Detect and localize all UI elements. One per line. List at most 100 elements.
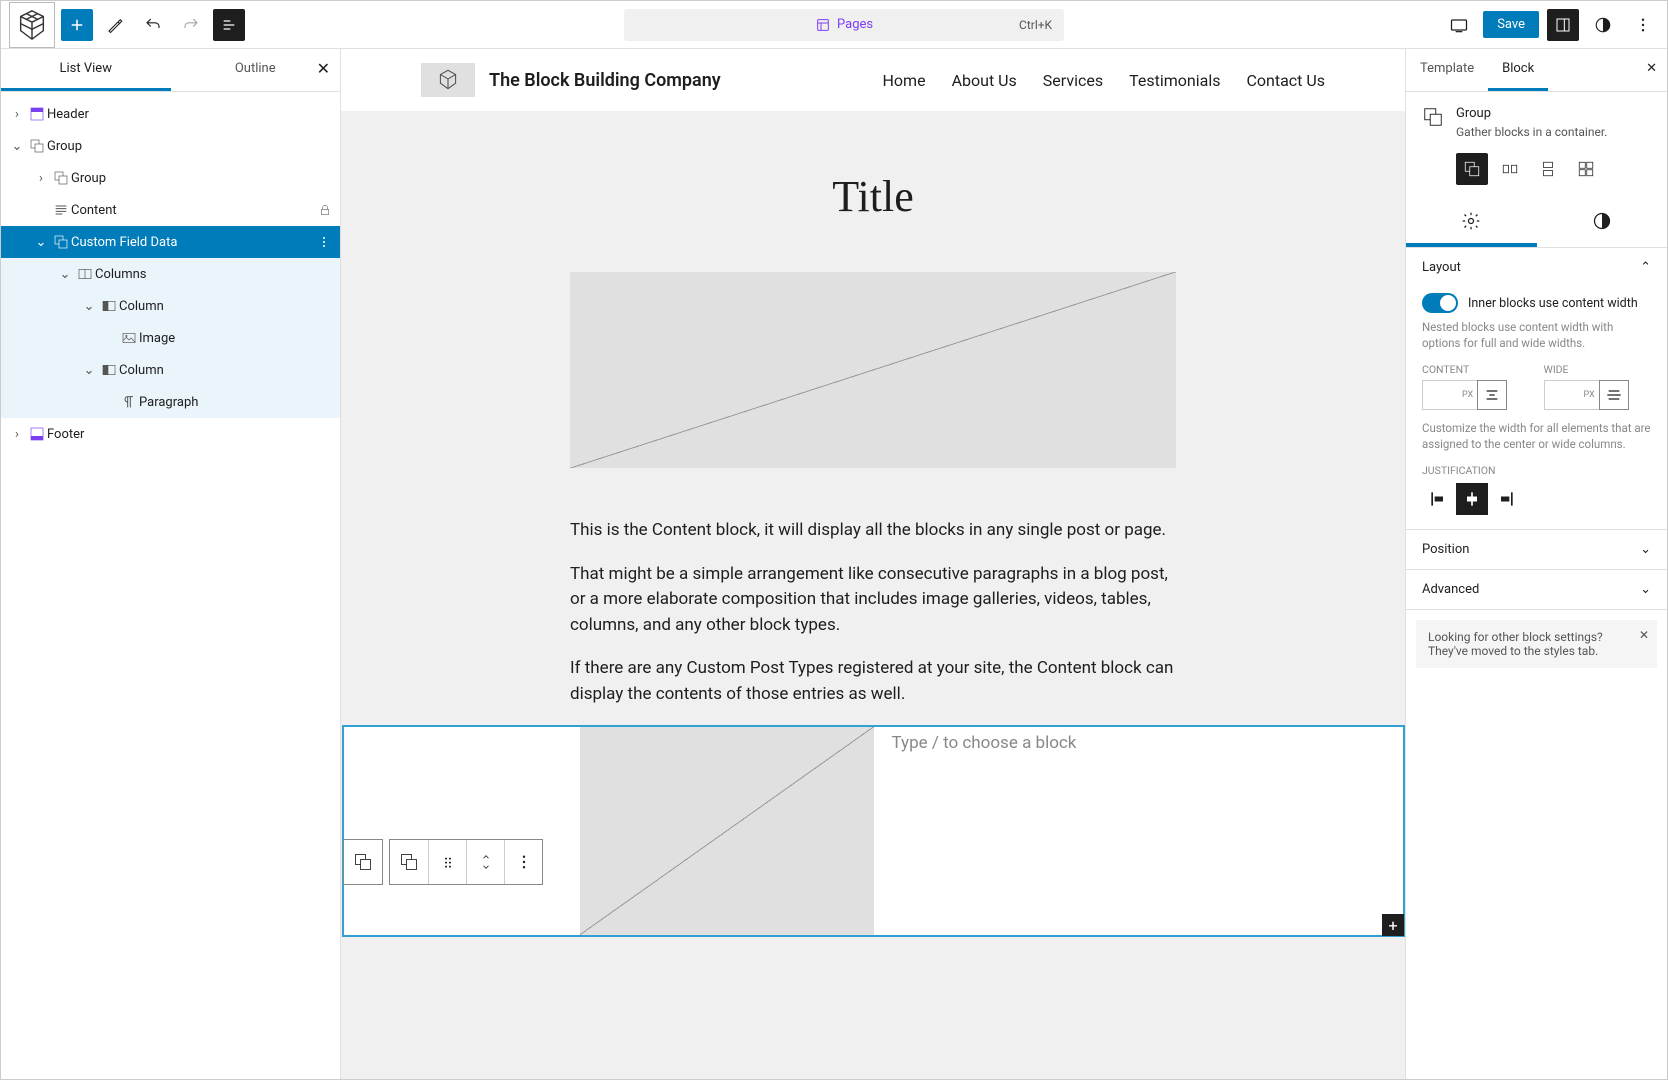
toggle-label: Inner blocks use content width (1468, 296, 1638, 311)
variation-row[interactable] (1494, 153, 1526, 185)
chevron-down-icon: ⌄ (1640, 542, 1651, 557)
block-toolbar (343, 839, 543, 885)
command-center-button[interactable]: Pages Ctrl+K (624, 9, 1064, 41)
panel-position-toggle[interactable]: Position ⌄ (1406, 530, 1667, 569)
image-icon (119, 330, 139, 346)
wide-align-button[interactable] (1599, 380, 1629, 410)
header-icon (27, 106, 47, 122)
variation-group[interactable] (1456, 153, 1488, 185)
site-logo[interactable] (421, 63, 475, 97)
tree-item-paragraph[interactable]: Paragraph (1, 386, 340, 418)
block-options-button[interactable] (504, 840, 542, 884)
settings-sidebar: Template Block ✕ Group Gather blocks in … (1405, 49, 1667, 1079)
help-text: Customize the width for all elements tha… (1422, 420, 1651, 452)
save-button[interactable]: Save (1483, 11, 1539, 38)
panel-layout-toggle[interactable]: Layout ⌃ (1406, 248, 1667, 287)
command-center-shortcut: Ctrl+K (1019, 18, 1052, 32)
block-inserter-button[interactable] (61, 9, 93, 41)
featured-image-placeholder[interactable] (570, 272, 1176, 468)
drag-handle[interactable] (428, 840, 466, 884)
tab-template[interactable]: Template (1406, 49, 1488, 91)
tree-item-group-nested[interactable]: › Group (1, 162, 340, 194)
block-type-button[interactable] (390, 840, 428, 884)
list-view-sidebar: List View Outline ✕ › Header ⌄ Group › G… (1, 49, 341, 1079)
dismiss-tip-button[interactable]: ✕ (1639, 628, 1649, 642)
column-block[interactable]: Type / to choose a block (874, 727, 1404, 935)
block-appender-prompt[interactable]: Type / to choose a block (892, 733, 1077, 753)
tree-item-column[interactable]: ⌄ Column (1, 290, 340, 322)
tree-item-content[interactable]: Content (1, 194, 340, 226)
image-placeholder[interactable] (580, 727, 874, 935)
tree-item-custom-field-data[interactable]: ⌄ Custom Field Data (1, 226, 340, 258)
panel-advanced-toggle[interactable]: Advanced ⌄ (1406, 570, 1667, 609)
settings-sidebar-toggle[interactable] (1547, 9, 1579, 41)
panel-advanced: Advanced ⌄ (1406, 570, 1667, 610)
styles-button[interactable] (1587, 9, 1619, 41)
group-icon (27, 138, 47, 154)
variation-stack[interactable] (1532, 153, 1564, 185)
move-buttons[interactable] (466, 840, 504, 884)
paragraph-icon (119, 394, 139, 410)
paragraph[interactable]: This is the Content block, it will displ… (570, 518, 1176, 544)
nav-item[interactable]: Services (1043, 71, 1103, 90)
paragraph[interactable]: If there are any Custom Post Types regis… (570, 656, 1176, 707)
tree-label: Footer (47, 427, 84, 442)
tree-label: Column (119, 363, 164, 378)
tab-list-view[interactable]: List View (1, 49, 171, 91)
tab-block[interactable]: Block (1488, 49, 1548, 91)
document-overview-button[interactable] (213, 9, 245, 41)
subtab-styles[interactable] (1537, 199, 1668, 247)
nav-item[interactable]: Home (883, 71, 926, 90)
primary-nav: Home About Us Services Testimonials Cont… (883, 71, 1325, 90)
block-tree: › Header ⌄ Group › Group Content ⌄ (1, 92, 340, 456)
page-title[interactable]: Title (341, 171, 1405, 222)
close-settings-button[interactable]: ✕ (1646, 61, 1657, 76)
tree-item-options[interactable] (316, 234, 332, 250)
undo-button[interactable] (137, 9, 169, 41)
content-block[interactable]: This is the Content block, it will displ… (570, 518, 1176, 707)
redo-button[interactable] (175, 9, 207, 41)
justify-right-button[interactable] (1490, 483, 1522, 515)
content-width-input[interactable] (1422, 380, 1478, 410)
wide-width-input[interactable] (1544, 380, 1600, 410)
chevron-up-icon: ⌃ (1640, 260, 1651, 275)
options-button[interactable] (1627, 9, 1659, 41)
column-block[interactable] (344, 727, 874, 935)
lock-icon (318, 203, 332, 217)
tree-item-image[interactable]: Image (1, 322, 340, 354)
close-list-view-button[interactable]: ✕ (317, 59, 330, 78)
paragraph[interactable]: That might be a simple arrangement like … (570, 562, 1176, 639)
subtab-settings[interactable] (1406, 199, 1537, 247)
variation-grid[interactable] (1570, 153, 1602, 185)
tree-item-group[interactable]: ⌄ Group (1, 130, 340, 162)
justify-center-button[interactable] (1456, 483, 1488, 515)
group-variations (1406, 153, 1667, 199)
styles-tip: Looking for other block settings? They'v… (1416, 620, 1657, 668)
content-align-button[interactable] (1477, 380, 1507, 410)
justify-left-button[interactable] (1422, 483, 1454, 515)
site-logo-button[interactable] (9, 2, 55, 48)
tab-outline[interactable]: Outline (171, 49, 341, 91)
nav-item[interactable]: Contact Us (1246, 71, 1325, 90)
tree-item-header[interactable]: › Header (1, 98, 340, 130)
block-description: Gather blocks in a container. (1456, 125, 1607, 139)
block-info: Group Gather blocks in a container. (1406, 92, 1667, 153)
nav-item[interactable]: Testimonials (1129, 71, 1220, 90)
content-width-label: CONTENT (1422, 363, 1530, 376)
tree-label: Header (47, 107, 89, 122)
column-icon (99, 298, 119, 314)
view-button[interactable] (1443, 9, 1475, 41)
site-title[interactable]: The Block Building Company (489, 70, 721, 91)
page-header-block[interactable]: The Block Building Company Home About Us… (341, 49, 1405, 111)
add-block-button[interactable]: + (1382, 914, 1404, 936)
content-width-toggle[interactable] (1422, 293, 1458, 313)
nav-item[interactable]: About Us (952, 71, 1017, 90)
tools-button[interactable] (99, 9, 131, 41)
tree-item-column[interactable]: ⌄ Column (1, 354, 340, 386)
tree-item-columns[interactable]: ⌄ Columns (1, 258, 340, 290)
editor-canvas[interactable]: The Block Building Company Home About Us… (341, 49, 1405, 1079)
selected-group-block[interactable]: Type / to choose a block + (342, 725, 1405, 937)
parent-block-button[interactable] (344, 840, 382, 884)
command-center-label: Pages (837, 17, 873, 32)
tree-item-footer[interactable]: › Footer (1, 418, 340, 450)
